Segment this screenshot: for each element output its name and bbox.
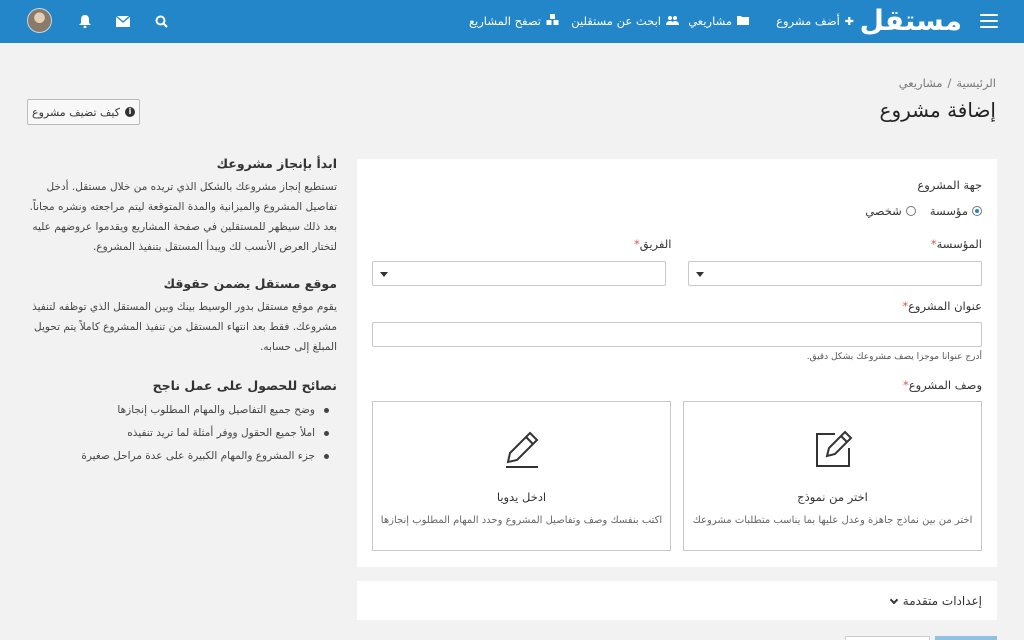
team-label: الفريق* — [634, 237, 671, 251]
nav-browse-projects-label: تصفح المشاريع — [468, 14, 541, 28]
advanced-settings-label: إعدادات متقدمة — [902, 594, 982, 608]
nav-add-project[interactable]: ✚ أضف مشروع — [776, 14, 854, 28]
sidebar-rights-body: يقوم موقع مستقل بدور الوسيط بينك وبين ال… — [32, 301, 337, 353]
sidebar-rights: موقع مستقل يضمن حقوقك يقوم موقع مستقل بد… — [27, 276, 337, 357]
choose-template-card[interactable]: اختر من نموذج اختر من بين نماذج جاهزة وع… — [683, 401, 982, 551]
manual-entry-title: ادخل يدويا — [496, 490, 547, 504]
breadcrumb-current[interactable]: مشاريعي — [899, 76, 943, 90]
page-title: إضافة مشروع — [879, 98, 996, 122]
tip-item: وضح جميع التفاصيل والمهام المطلوب إنجازه… — [27, 399, 337, 422]
tips-list: وضح جميع التفاصيل والمهام المطلوب إنجازه… — [27, 399, 337, 468]
team-select[interactable] — [372, 261, 666, 286]
project-title-hint: أدرج عنوانا موجزا يصف مشروعك بشكل دقيق. — [806, 352, 982, 362]
project-title-label: عنوان المشروع* — [902, 299, 982, 313]
nav-find-freelancers[interactable]: ابحث عن مستقلين — [571, 14, 679, 28]
choose-template-description: اختر من بين نماذج جاهزة وعدل عليها بما ي… — [692, 515, 973, 526]
project-description-label-text: وصف المشروع — [908, 378, 982, 392]
manual-entry-card[interactable]: ادخل يدويا اكتب بنفسك وصف وتفاصيل المشرو… — [372, 401, 671, 551]
radio-institution-label: مؤسسة — [929, 204, 968, 218]
institution-label: المؤسسة* — [931, 237, 982, 251]
chevron-down-icon — [889, 595, 899, 604]
save-draft-button[interactable] — [845, 636, 930, 640]
advanced-settings-toggle[interactable]: إعدادات متقدمة — [889, 594, 982, 608]
breadcrumb-separator: / — [947, 76, 952, 90]
tip-item: املأ جميع الحقول ووفر أمثلة لما تريد تنف… — [27, 422, 337, 445]
radio-personal-circle[interactable] — [905, 206, 916, 216]
advanced-settings-panel[interactable]: إعدادات متقدمة — [357, 581, 997, 620]
how-to-add-project-label: كيف تضيف مشروع — [32, 105, 120, 119]
how-to-add-project-button[interactable]: i كيف تضيف مشروع — [27, 99, 140, 125]
tip-item: جزء المشروع والمهام الكبيرة على عدة مراح… — [27, 445, 337, 468]
manual-entry-description: اكتب بنفسك وصف وتفاصيل المشروع وحدد المه… — [380, 515, 663, 526]
sidebar-intro: ابدأ بإنجاز مشروعك تستطيع إنجاز مشروعك ب… — [27, 156, 337, 257]
sidebar-tips-title: نصائح للحصول على عمل ناجح — [152, 378, 337, 393]
info-icon: i — [124, 107, 135, 117]
sidebar-intro-title: ابدأ بإنجاز مشروعك — [216, 156, 337, 171]
nav-my-projects[interactable]: مشاريعي — [688, 14, 749, 28]
entity-radio-group: مؤسسة شخصي — [865, 204, 982, 218]
edit-square-icon — [813, 430, 853, 473]
search-icon[interactable] — [153, 13, 169, 29]
nav-my-projects-label: مشاريعي — [688, 14, 732, 28]
submit-button[interactable] — [935, 636, 997, 640]
radio-personal[interactable]: شخصي — [865, 204, 916, 218]
nav-add-project-label: أضف مشروع — [776, 14, 840, 28]
radio-institution[interactable]: مؤسسة — [930, 204, 982, 218]
breadcrumb: الرئيسية / مشاريعي — [899, 76, 996, 90]
plus-icon: ✚ — [844, 14, 854, 28]
bell-icon[interactable] — [77, 13, 93, 29]
menu-icon[interactable] — [980, 14, 998, 28]
add-project-form: جهة المشروع مؤسسة شخصي المؤسسة* الفريق* … — [357, 159, 997, 567]
folder-icon — [737, 15, 749, 28]
radio-institution-circle[interactable] — [972, 206, 982, 216]
institution-label-text: المؤسسة — [936, 237, 982, 251]
project-title-label-text: عنوان المشروع — [908, 299, 982, 313]
project-title-input[interactable] — [372, 322, 982, 347]
nav-find-freelancers-label: ابحث عن مستقلين — [571, 14, 661, 28]
entity-label: جهة المشروع — [917, 178, 982, 192]
nav-browse-projects[interactable]: تصفح المشاريع — [469, 14, 559, 28]
team-label-text: الفريق — [639, 237, 672, 251]
radio-personal-label: شخصي — [865, 204, 902, 218]
choose-template-title: اختر من نموذج — [797, 490, 868, 504]
users-icon — [666, 15, 679, 28]
caret-down-icon — [696, 272, 704, 277]
cubes-icon — [546, 14, 559, 28]
sidebar-intro-body: تستطيع إنجاز مشروعك بالشكل الذي تريده من… — [29, 181, 337, 253]
sidebar-tips: نصائح للحصول على عمل ناجح وضح جميع التفا… — [27, 378, 337, 468]
breadcrumb-home[interactable]: الرئيسية — [956, 76, 996, 90]
top-navbar: مستقل ✚ أضف مشروع مشاريعي ابحث عن مستقلي… — [0, 0, 1024, 43]
pencil-icon — [502, 430, 542, 473]
site-logo[interactable]: مستقل — [860, 2, 962, 40]
caret-down-icon — [380, 272, 388, 277]
envelope-icon[interactable] — [115, 13, 131, 29]
institution-select[interactable] — [688, 261, 982, 286]
project-description-label: وصف المشروع* — [903, 378, 982, 392]
sidebar-rights-title: موقع مستقل يضمن حقوقك — [163, 276, 337, 291]
user-avatar[interactable] — [27, 8, 52, 33]
